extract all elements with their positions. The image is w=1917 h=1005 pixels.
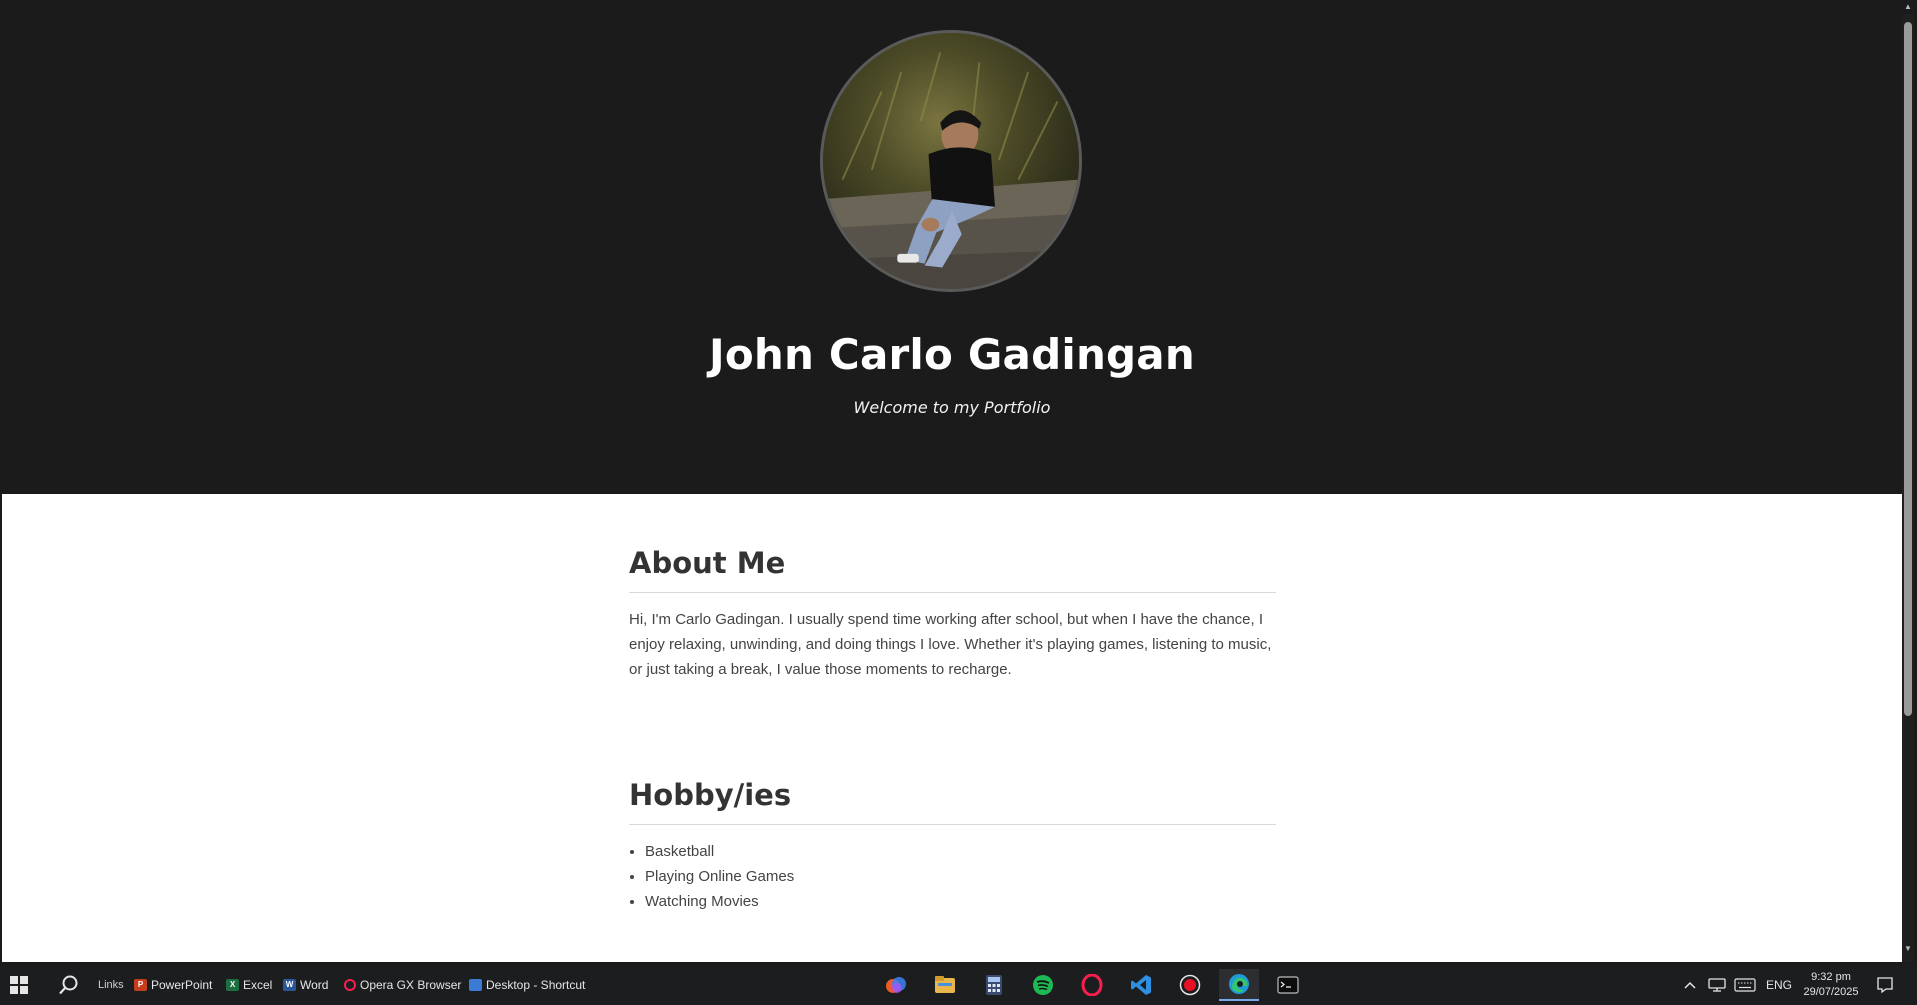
taskbar-copilot[interactable]	[876, 969, 916, 1001]
taskbar-calculator[interactable]	[974, 969, 1014, 1001]
quicklink-excel[interactable]: X Excel	[226, 965, 272, 1005]
vscode-icon	[1131, 975, 1151, 995]
windows-logo-icon	[10, 976, 28, 994]
profile-photo	[820, 30, 1082, 292]
quicklink-desktop-shortcut[interactable]: Desktop - Shortcut	[469, 965, 585, 1005]
edge-icon	[1229, 974, 1249, 994]
opera-gx-icon	[1081, 974, 1103, 996]
excel-icon: X	[226, 979, 239, 991]
hobbies-section: Hobby/ies Basketball Playing Online Game…	[629, 778, 1276, 914]
hobbies-list: Basketball Playing Online Games Watching…	[629, 839, 1276, 914]
list-item: Playing Online Games	[645, 864, 1276, 889]
quicklink-opera-gx[interactable]: Opera GX Browser	[344, 965, 461, 1005]
links-toolbar-label: Links	[98, 979, 124, 991]
list-item: Basketball	[645, 839, 1276, 864]
scroll-up-arrow-icon[interactable]: ▲	[1903, 2, 1913, 12]
network-icon[interactable]	[1708, 965, 1726, 1005]
recorder-icon	[1179, 974, 1201, 996]
profile-photo-image	[823, 33, 1079, 289]
browser-viewport: John Carlo Gadingan Welcome to my Portfo…	[2, 2, 1902, 962]
quicklink-word[interactable]: W Word	[283, 965, 328, 1005]
clock-date: 29/07/2025	[1803, 986, 1859, 998]
tray-overflow-chevron-icon[interactable]	[1684, 965, 1696, 1005]
page-subtitle: Welcome to my Portfolio	[853, 398, 1051, 417]
quicklink-powerpoint[interactable]: P PowerPoint	[134, 965, 212, 1005]
scroll-down-arrow-icon[interactable]: ▼	[1903, 944, 1913, 954]
page-title: John Carlo Gadingan	[709, 330, 1195, 379]
quicklink-label: Opera GX Browser	[360, 978, 462, 992]
keyboard-icon[interactable]	[1734, 965, 1756, 1005]
taskbar-file-explorer[interactable]	[925, 969, 965, 1001]
quicklink-label: PowerPoint	[151, 978, 213, 992]
clock-time: 9:32 pm	[1811, 971, 1851, 983]
taskbar-spotify[interactable]	[1023, 969, 1063, 1001]
file-explorer-icon	[935, 976, 955, 993]
main-content: About Me Hi, I'm Carlo Gadingan. I usual…	[2, 494, 1902, 962]
copilot-icon	[886, 977, 906, 993]
taskbar-edge[interactable]	[1219, 969, 1259, 1001]
desktop-icon	[469, 979, 482, 991]
desktop-screen: John Carlo Gadingan Welcome to my Portfo…	[0, 0, 1917, 1005]
terminal-icon	[1277, 976, 1299, 994]
about-text: Hi, I'm Carlo Gadingan. I usually spend …	[629, 611, 1272, 678]
notification-center-icon[interactable]	[1876, 965, 1894, 1005]
taskbar-recorder[interactable]	[1170, 969, 1210, 1001]
start-button[interactable]	[10, 965, 28, 1005]
about-section: About Me Hi, I'm Carlo Gadingan. I usual…	[629, 546, 1276, 682]
list-item: Watching Movies	[645, 889, 1276, 914]
scrollbar-thumb[interactable]	[1904, 22, 1912, 716]
taskbar-vscode[interactable]	[1121, 969, 1161, 1001]
search-button[interactable]	[58, 965, 80, 1005]
hobbies-heading: Hobby/ies	[629, 778, 1276, 825]
quicklink-label: Word	[300, 978, 329, 992]
taskbar-opera-gx[interactable]	[1072, 969, 1112, 1001]
language-indicator[interactable]: ENG	[1766, 965, 1792, 1005]
search-icon	[59, 975, 78, 995]
clock[interactable]: 9:32 pm 29/07/2025	[1796, 970, 1866, 1000]
quicklink-label: Excel	[243, 978, 273, 992]
opera-gx-icon	[344, 979, 356, 991]
spotify-icon	[1033, 975, 1053, 995]
quicklink-label: Desktop - Shortcut	[486, 978, 586, 992]
hero-header: John Carlo Gadingan Welcome to my Portfo…	[2, 2, 1902, 494]
taskbar-terminal[interactable]	[1268, 969, 1308, 1001]
about-heading: About Me	[629, 546, 1276, 593]
windows-taskbar: Links P PowerPoint X Excel W Word Opera …	[0, 965, 1917, 1005]
calculator-icon	[986, 975, 1002, 995]
powerpoint-icon: P	[134, 979, 147, 991]
word-icon: W	[283, 979, 296, 991]
